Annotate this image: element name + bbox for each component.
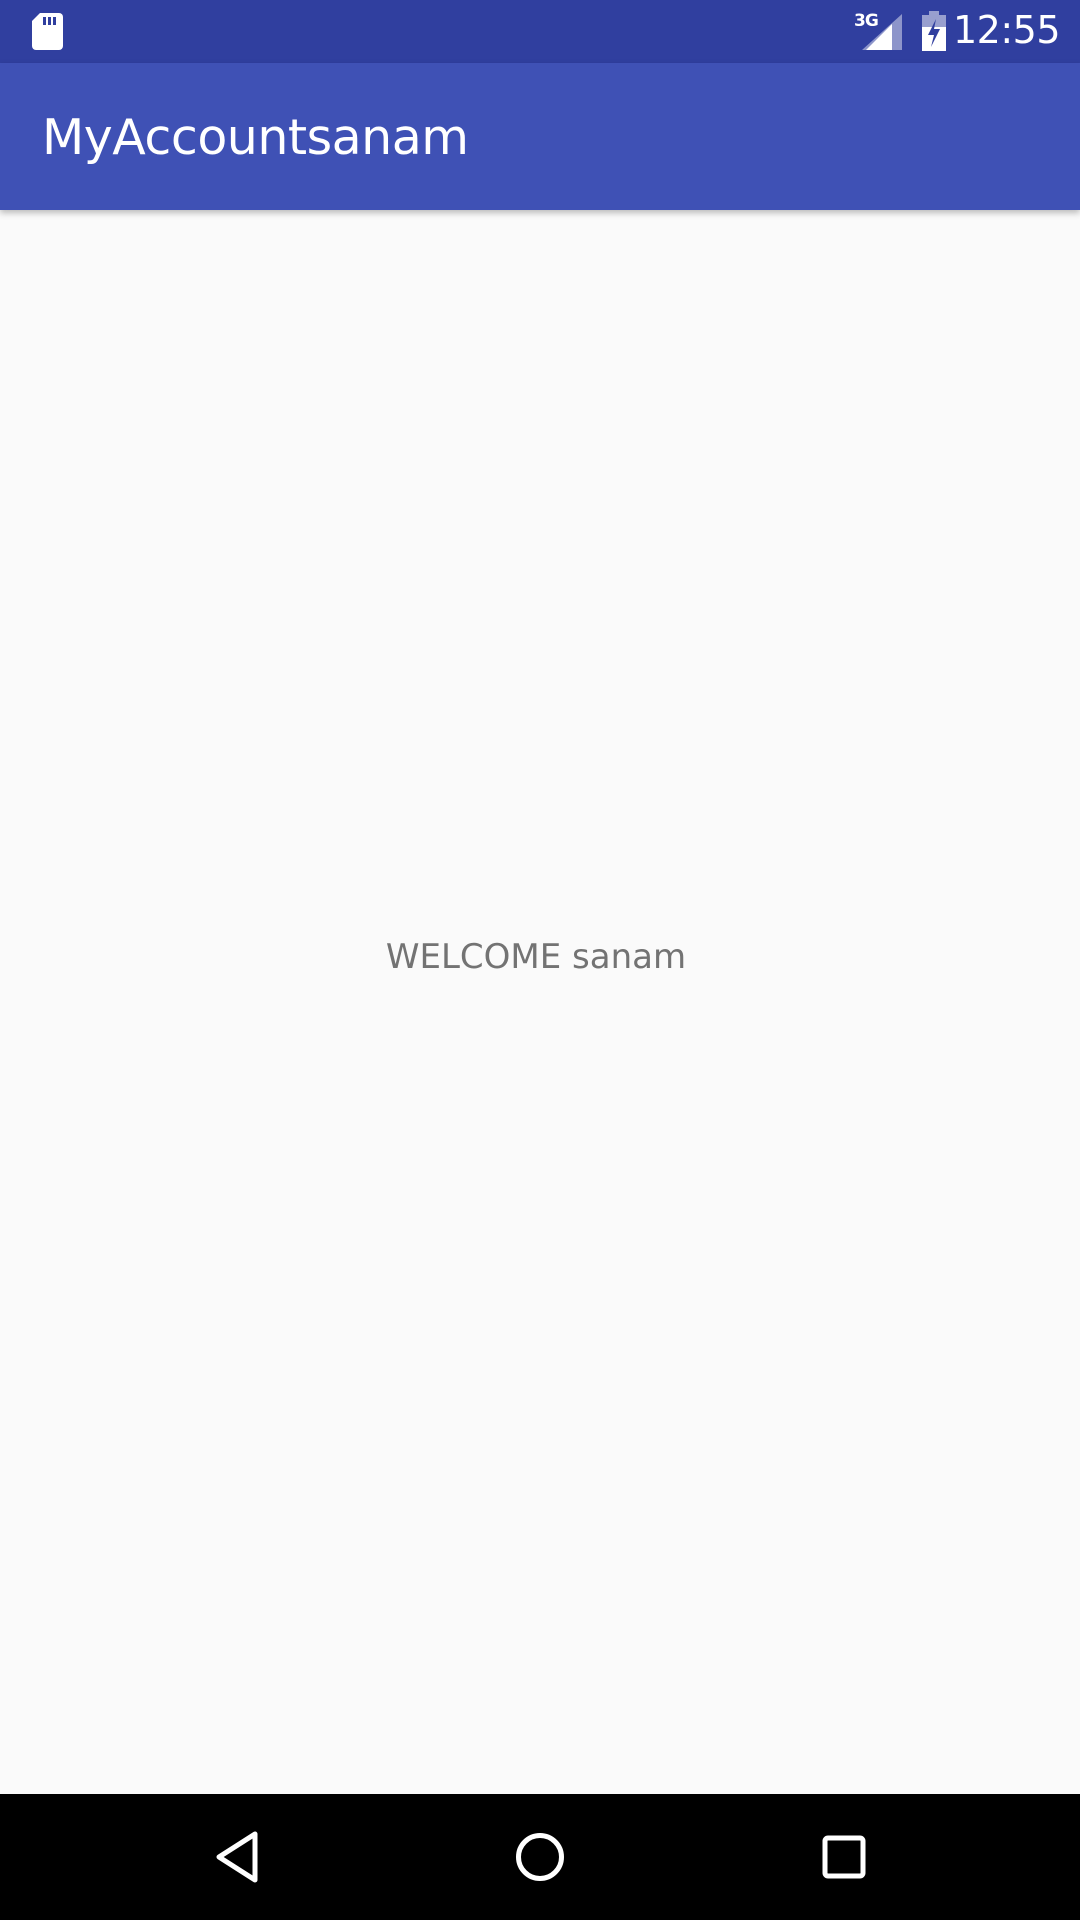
status-clock: 12:55	[952, 8, 1061, 52]
app-bar: MyAccountsanam	[0, 63, 1080, 210]
back-button[interactable]	[195, 1815, 279, 1899]
back-icon	[216, 1831, 258, 1883]
status-bar: 3G 12:55	[0, 0, 1080, 63]
signal-indicator: 3G	[854, 11, 902, 50]
welcome-message: WELCOME sanam	[385, 937, 687, 977]
home-icon	[516, 1833, 564, 1881]
recents-button[interactable]	[802, 1815, 886, 1899]
home-button[interactable]	[498, 1815, 582, 1899]
navigation-bar	[0, 1794, 1080, 1920]
sd-card-icon	[32, 13, 63, 50]
recents-icon	[822, 1835, 866, 1879]
main-content: WELCOME sanam	[0, 210, 1080, 1794]
network-type-label: 3G	[854, 11, 879, 31]
page-title: MyAccountsanam	[42, 109, 469, 166]
battery-charging-icon	[922, 11, 946, 51]
